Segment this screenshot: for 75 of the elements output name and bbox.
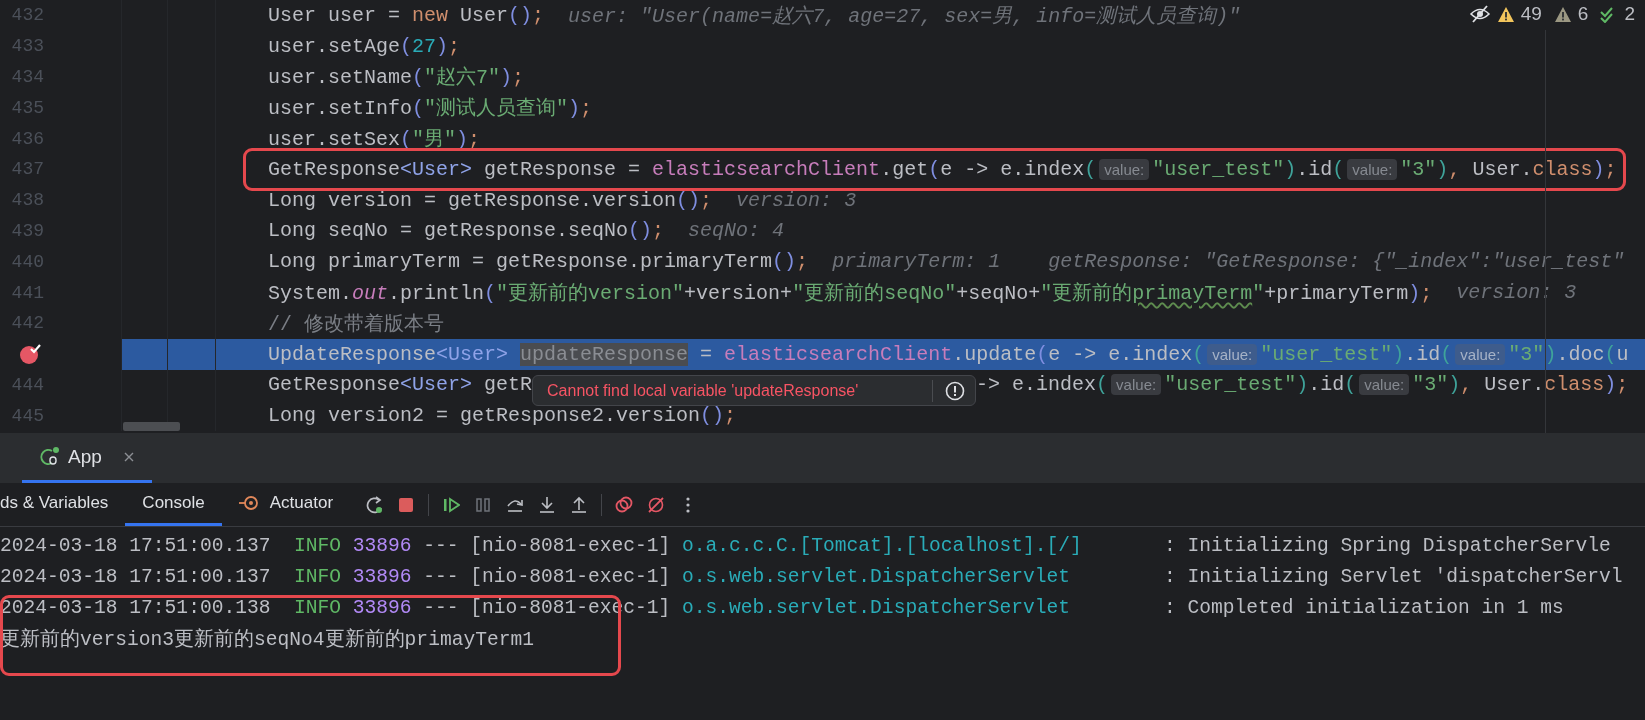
resume-icon[interactable] xyxy=(442,495,461,514)
code-text: Long primaryTerm = getResponse.primaryTerm(); xyxy=(268,250,809,274)
parameter-hint: value: xyxy=(1455,343,1506,365)
problem-count: 6 xyxy=(1577,3,1589,25)
code-text: "3"), User.class); xyxy=(1412,373,1629,397)
parameter-hint: value: xyxy=(1099,158,1150,180)
eye-slash-icon[interactable] xyxy=(1468,4,1491,24)
log-separator: --- xyxy=(423,596,459,619)
log-timestamp: 2024-03-18 17:51:00.138 xyxy=(0,596,271,619)
warning-icon[interactable] xyxy=(1553,5,1572,23)
inline-value: getResponse: "GetResponse: {"_index":"user_test" xyxy=(1048,250,1625,274)
panel-tab[interactable]: Console xyxy=(125,483,222,526)
code-comment: // 修改带着版本号 xyxy=(268,311,444,337)
process-id: 33896 xyxy=(352,565,412,588)
logger-name: o.a.c.c.C.[Tomcat].[localhost].[/] xyxy=(682,534,1083,557)
warning-icon[interactable] xyxy=(1496,5,1515,23)
problem-count: 49 xyxy=(1520,3,1542,25)
code-text: "user_test").id( xyxy=(1152,157,1345,181)
problem-count: 2 xyxy=(1624,3,1635,25)
thread-name: [nio-8081-exec-1] xyxy=(470,534,671,557)
log-level: INFO xyxy=(293,565,341,588)
thread-name: [nio-8081-exec-1] xyxy=(470,565,671,588)
log-separator: --- xyxy=(423,534,459,557)
panel-tab[interactable]: ds & Variables xyxy=(0,483,126,526)
code-text: GetResponse<User> getResponse = elasticsearchClient.get(e -> e.index( xyxy=(268,157,1097,181)
code-text: user.setAge(27); xyxy=(268,34,461,58)
log-level: INFO xyxy=(293,534,341,557)
code-text: System.out.println("更新前的version"+version+"更新前的seqNo"+seqNo+"更新前的primayTerm"+primaryTerm); xyxy=(268,281,1433,307)
code-text: Long seqNo = getResponse.seqNo(); xyxy=(268,219,665,243)
log-level: INFO xyxy=(293,596,341,619)
code-text: GetResponse<User> getR xyxy=(268,373,533,397)
code-text: User user = new User(); xyxy=(268,3,545,27)
inline-value: user: "User(name=赵六7, age=27, sex=男, info=测试人员查询)" xyxy=(568,3,1241,29)
code-text: Long version = getResponse.version(); xyxy=(268,188,713,212)
logger-name: o.s.web.servlet.DispatcherServlet xyxy=(682,596,1071,619)
code-text: UpdateResponse<User> updateResponse = elasticsearchClient.update(e -> e.index( xyxy=(268,342,1205,366)
mute-breakpoints-icon[interactable] xyxy=(647,495,666,514)
inline-value: version: 3 xyxy=(736,188,857,212)
pause-icon[interactable] xyxy=(474,495,493,514)
stop-icon[interactable] xyxy=(397,495,416,514)
step-out-icon[interactable] xyxy=(570,495,589,514)
inline-value: seqNo: 4 xyxy=(688,219,785,243)
panel-tab[interactable]: Actuator xyxy=(221,483,351,526)
breakpoint-icon[interactable] xyxy=(19,343,41,366)
error-message: Cannot find local variable 'updateResponse' xyxy=(547,381,860,400)
debug-icon xyxy=(38,445,62,468)
log-message: : Initializing Servlet 'dispatcherServl xyxy=(1164,565,1623,588)
info-icon[interactable] xyxy=(945,380,966,401)
scrollbar-thumb[interactable] xyxy=(123,422,180,431)
logger-name: o.s.web.servlet.DispatcherServlet xyxy=(682,565,1071,588)
code-text: -> e.index( xyxy=(976,373,1109,397)
code-text: Long version2 = getResponse2.version(); xyxy=(268,404,737,428)
code-text: "3").doc(u xyxy=(1508,342,1629,366)
breakpoints-icon[interactable] xyxy=(615,495,634,514)
inline-value: primaryTerm: 1 xyxy=(832,250,1001,274)
code-text: "user_test").id( xyxy=(1164,373,1357,397)
parameter-hint: value: xyxy=(1359,374,1410,396)
code-text: user.setName("赵六7"); xyxy=(268,65,525,91)
log-message: : Completed initialization in 1 ms xyxy=(1164,596,1564,619)
code-text: "user_test").id( xyxy=(1260,342,1453,366)
log-timestamp: 2024-03-18 17:51:00.137 xyxy=(0,534,271,557)
log-separator: --- xyxy=(423,565,459,588)
rerun-icon[interactable] xyxy=(365,495,384,514)
parameter-hint: value: xyxy=(1111,374,1162,396)
parameter-hint: value: xyxy=(1207,343,1258,365)
log-message: : Initializing Spring DispatcherServle xyxy=(1164,534,1611,557)
inline-value: version: 3 xyxy=(1456,281,1577,305)
process-id: 33896 xyxy=(352,596,412,619)
parameter-hint: value: xyxy=(1347,158,1398,180)
console-output: 更新前的version3更新前的seqNo4更新前的primayTerm1 xyxy=(0,627,534,652)
log-timestamp: 2024-03-18 17:51:00.137 xyxy=(0,565,271,588)
process-id: 33896 xyxy=(352,534,412,557)
code-text: user.setInfo("测试人员查询"); xyxy=(268,96,593,122)
code-text: "3"), User.class); xyxy=(1400,157,1617,181)
step-into-icon[interactable] xyxy=(538,495,557,514)
